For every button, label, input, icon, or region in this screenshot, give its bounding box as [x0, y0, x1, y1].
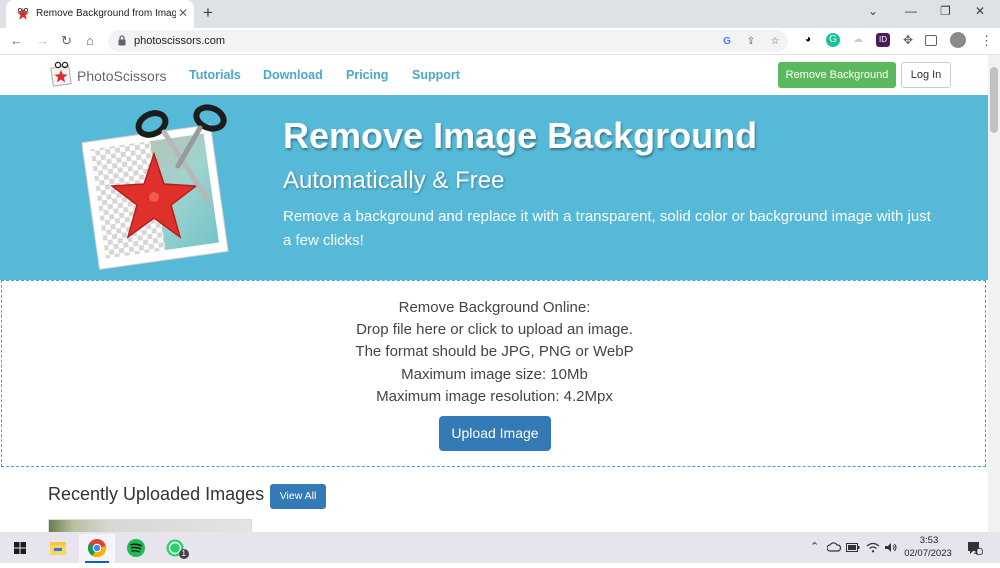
lock-icon: [118, 35, 126, 46]
new-tab-button[interactable]: +: [203, 3, 213, 23]
recent-images-title: Recently Uploaded Images: [48, 484, 265, 504]
close-window-button[interactable]: ✕: [975, 4, 985, 18]
browser-tab-strip: Remove Background from Image ✕ + ⌄ — ❐ ✕: [0, 0, 1000, 28]
spotify-icon[interactable]: [118, 534, 154, 563]
grammarly-icon[interactable]: G: [826, 33, 840, 47]
star-icon[interactable]: ☆: [768, 35, 782, 49]
dropzone-size-note: Maximum image size: 10Mb: [401, 366, 588, 383]
forward-button[interactable]: →: [36, 33, 49, 48]
battery-icon[interactable]: [846, 543, 860, 552]
url-text: photoscissors.com: [134, 35, 226, 47]
file-explorer-icon[interactable]: [40, 534, 76, 563]
tab-search-icon[interactable]: ⌄: [868, 4, 878, 18]
nav-link-download[interactable]: Download: [263, 68, 323, 82]
windows-start-icon[interactable]: [2, 534, 38, 563]
nav-link-tutorials[interactable]: Tutorials: [189, 68, 241, 82]
cloud-extension-icon[interactable]: ☁: [851, 33, 865, 47]
share-icon[interactable]: ⇪: [744, 35, 758, 49]
onedrive-icon[interactable]: [827, 542, 841, 552]
tab-title: Remove Background from Image: [36, 8, 176, 19]
hero-description: Remove a background and replace it with …: [283, 208, 931, 249]
dropzone-instruction: Drop file here or click to upload an ima…: [356, 321, 633, 338]
notification-count: 4: [974, 548, 979, 557]
upload-dropzone[interactable]: Remove Background Online: Drop file here…: [1, 280, 986, 467]
address-bar[interactable]: photoscissors.com G ⇪ ☆: [108, 30, 788, 52]
browser-menu-icon[interactable]: ⋮: [980, 33, 993, 49]
panda-extension-icon[interactable]: ◕: [801, 33, 815, 47]
browser-toolbar: ← → ↻ ⌂ photoscissors.com G ⇪ ☆ ◕ G ☁ ID…: [0, 28, 1000, 55]
upload-image-button[interactable]: Upload Image: [439, 416, 551, 451]
clock-date[interactable]: 02/07/2023: [898, 548, 958, 559]
photoscissors-logo-icon[interactable]: [50, 61, 72, 87]
chrome-icon[interactable]: [79, 534, 115, 563]
starfish-scissors-illustration: [82, 104, 229, 270]
logo-text[interactable]: PhotoScissors: [77, 68, 166, 84]
back-button[interactable]: ←: [10, 33, 23, 48]
hero-subtitle: Automatically & Free: [283, 167, 505, 194]
nav-link-support[interactable]: Support: [412, 68, 460, 82]
puzzle-icon[interactable]: ✥: [901, 33, 915, 47]
nav-link-pricing[interactable]: Pricing: [346, 68, 388, 82]
clock-time[interactable]: 3:53: [907, 535, 951, 546]
google-icon[interactable]: G: [720, 35, 734, 49]
whatsapp-icon[interactable]: 1: [157, 534, 193, 563]
login-button[interactable]: Log In: [901, 62, 951, 88]
minimize-button[interactable]: —: [905, 4, 917, 18]
sidepanel-icon[interactable]: [925, 35, 937, 46]
wifi-icon[interactable]: [866, 542, 880, 553]
whatsapp-badge: 1: [181, 549, 186, 558]
windows-taskbar: 1 ⌃ 3:53 02/07/2023 4: [0, 532, 1000, 563]
dropzone-heading: Remove Background Online:: [398, 299, 591, 316]
page-scrollbar[interactable]: [988, 55, 1000, 532]
home-button[interactable]: ⌂: [86, 33, 94, 48]
volume-icon[interactable]: [884, 542, 898, 553]
view-all-button[interactable]: View All: [270, 484, 326, 509]
scrollbar-thumb[interactable]: [990, 67, 998, 133]
tray-overflow-chevron-icon[interactable]: ⌃: [810, 540, 819, 553]
ad-extension-icon[interactable]: ID: [876, 33, 890, 47]
reload-button[interactable]: ↻: [61, 33, 72, 49]
profile-avatar-icon[interactable]: [950, 32, 966, 48]
dropzone-format-note: The format should be JPG, PNG or WebP: [355, 343, 634, 360]
dropzone-resolution-note: Maximum image resolution: 4.2Mpx: [376, 388, 613, 405]
hero-banner: Remove Image Background Automatically & …: [0, 95, 988, 280]
hero-title: Remove Image Background: [283, 115, 758, 156]
site-navbar: PhotoScissors Tutorials Download Pricing…: [0, 55, 988, 95]
recent-image-thumbnail[interactable]: [48, 519, 252, 533]
restore-button[interactable]: ❐: [940, 4, 951, 18]
browser-tab-active[interactable]: Remove Background from Image ✕: [6, 0, 194, 28]
tab-close-icon[interactable]: ✕: [178, 6, 188, 20]
photoscissors-favicon-icon: [17, 7, 29, 20]
remove-background-button[interactable]: Remove Background: [778, 62, 896, 88]
